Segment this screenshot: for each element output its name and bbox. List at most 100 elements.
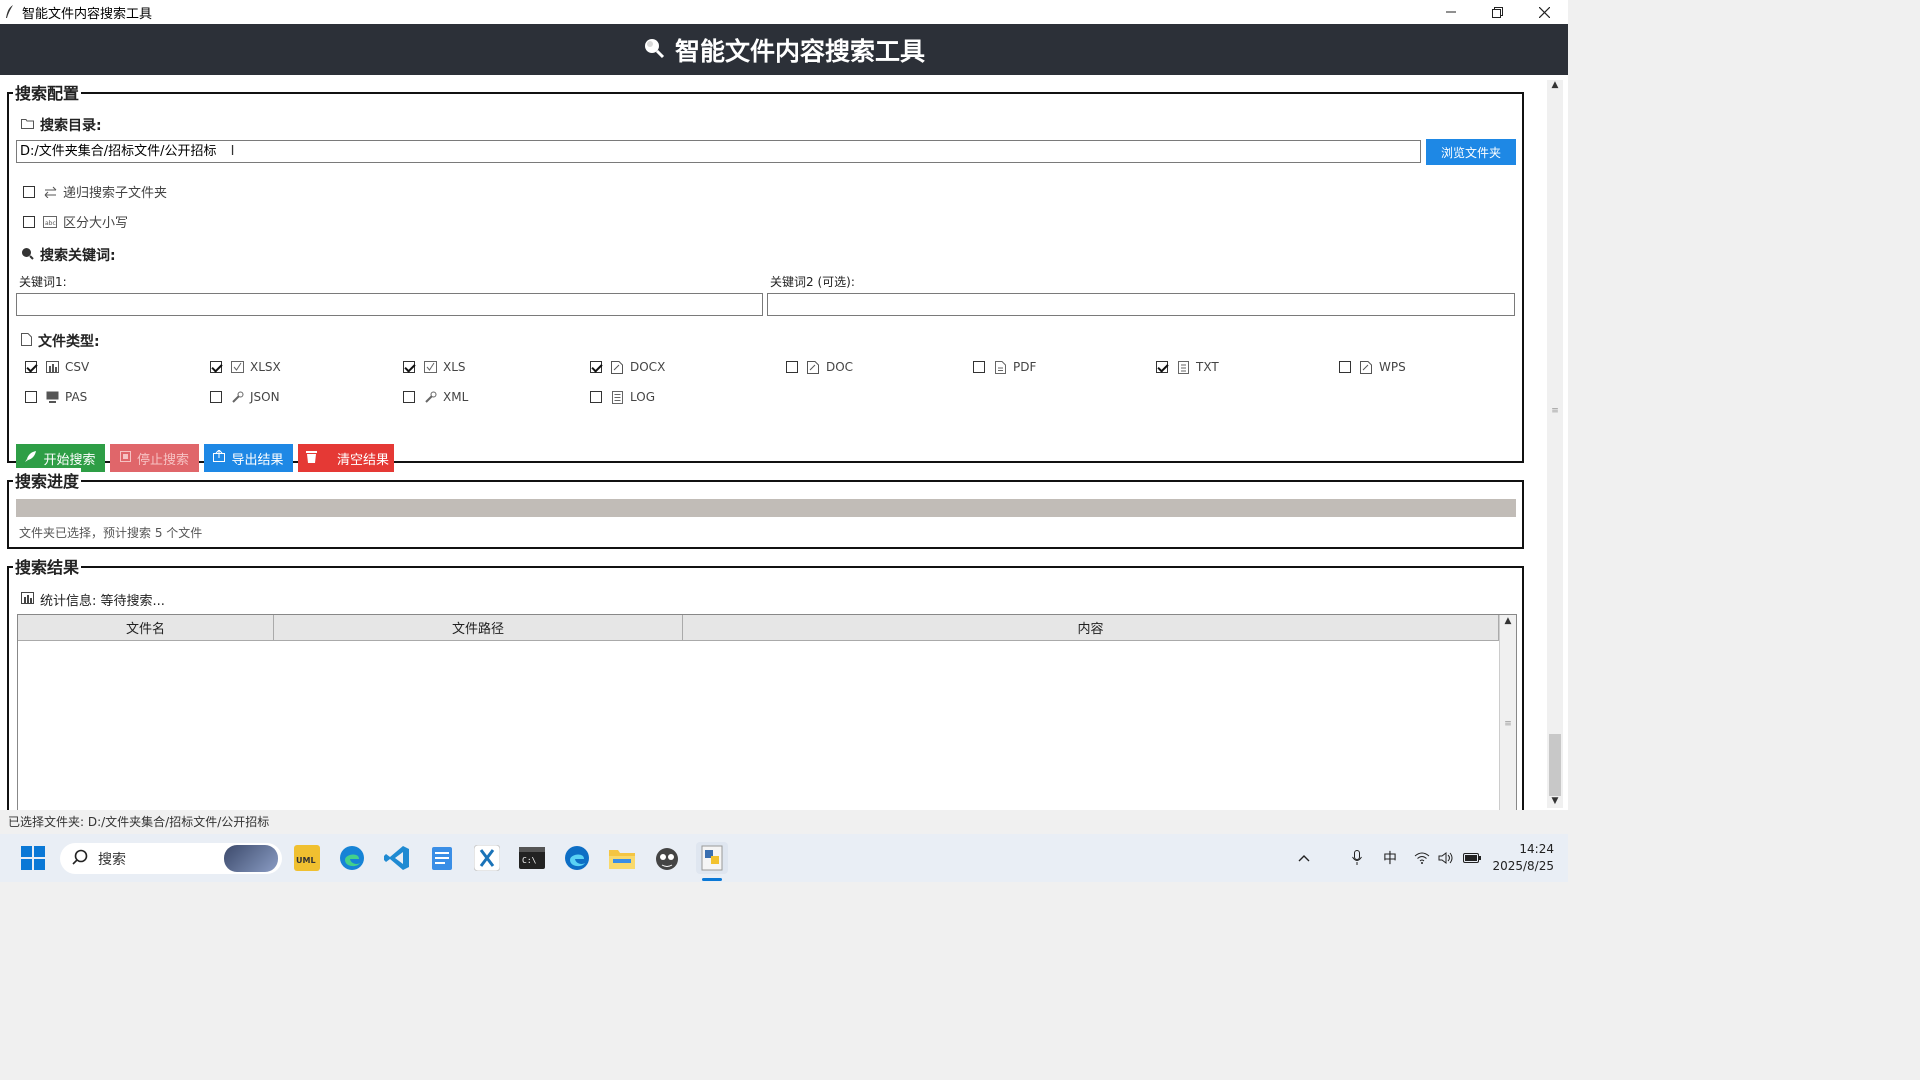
column-header-content[interactable]: 内容 — [683, 615, 1499, 641]
filetype-box[interactable] — [1156, 361, 1168, 373]
computer-icon — [45, 390, 59, 404]
filetype-box[interactable] — [403, 391, 415, 403]
tray-overflow-chevron-icon[interactable] — [1292, 834, 1316, 882]
keyword1-input[interactable] — [16, 293, 763, 316]
export-icon — [213, 449, 226, 466]
search-results-title: 搜索结果 — [13, 554, 82, 578]
vscode-icon[interactable] — [381, 842, 413, 874]
main-scroll-grip-icon: ≡ — [1551, 406, 1559, 416]
results-scrollbar[interactable]: ▲ ≡ — [1499, 615, 1516, 813]
column-header-filename[interactable]: 文件名 — [18, 615, 274, 641]
filetype-checkbox-wps[interactable]: WPS — [1339, 360, 1406, 374]
stop-search-label: 停止搜索 — [136, 452, 189, 468]
filetype-checkbox-pdf[interactable]: PDF — [973, 360, 1036, 374]
filetype-label: DOCX — [630, 360, 666, 374]
recursive-label: 递归搜索子文件夹 — [63, 186, 168, 201]
volume-icon[interactable] — [1435, 834, 1457, 882]
recursive-checkbox[interactable]: 递归搜索子文件夹 — [23, 182, 167, 201]
magnifier-icon — [643, 37, 665, 63]
main-scrollbar[interactable]: ▲ ≡ ▼ — [1547, 80, 1563, 808]
progress-status: 文件夹已选择，预计搜索 5 个文件 — [19, 526, 203, 540]
filetype-checkbox-xls[interactable]: XLS — [403, 360, 466, 374]
results-table[interactable]: 文件名 文件路径 内容 ▲ ≡ — [17, 614, 1517, 814]
filetype-box[interactable] — [973, 361, 985, 373]
recursive-box[interactable] — [23, 185, 35, 198]
case-sensitive-box[interactable] — [23, 215, 35, 228]
filetype-label: JSON — [250, 390, 280, 404]
terminal-icon[interactable]: C:\ — [516, 842, 548, 874]
header-banner: 智能文件内容搜索工具 — [0, 24, 1568, 75]
wrench-icon — [423, 390, 437, 404]
active-app-indicator — [702, 878, 722, 881]
close-button[interactable] — [1521, 0, 1568, 24]
filetype-box[interactable] — [403, 361, 415, 373]
wifi-icon[interactable] — [1410, 834, 1434, 882]
xmind-icon[interactable] — [471, 842, 503, 874]
taskbar: 搜索 UML C:\ 中 14:24 2025/8/25 — [0, 834, 1568, 882]
ime-indicator[interactable]: 中 — [1378, 834, 1402, 882]
filetype-label: PAS — [65, 390, 88, 404]
scroll-up-arrow-icon[interactable]: ▲ — [1500, 616, 1516, 626]
wechat-dev-icon[interactable] — [651, 842, 683, 874]
column-header-filepath[interactable]: 文件路径 — [274, 615, 683, 641]
browse-folder-button[interactable]: 浏览文件夹 — [1426, 139, 1516, 165]
start-search-label: 开始搜索 — [43, 452, 96, 468]
filetype-checkbox-log[interactable]: LOG — [590, 390, 655, 404]
filetype-box[interactable] — [786, 361, 798, 373]
main-scroll-up-icon[interactable]: ▲ — [1547, 80, 1563, 90]
keywords-label: 搜索关键词: — [21, 245, 116, 265]
stop-search-button[interactable]: 停止搜索 — [110, 444, 199, 472]
filetype-box[interactable] — [210, 361, 222, 373]
filetype-checkbox-csv[interactable]: CSV — [25, 360, 89, 374]
filetype-label: XML — [443, 390, 469, 404]
filetype-checkbox-doc[interactable]: DOC — [786, 360, 853, 374]
filetype-label: WPS — [1379, 360, 1406, 374]
case-sensitive-label: 区分大小写 — [63, 216, 129, 231]
directory-input[interactable]: D:/文件夹集合/招标文件/公开招标 I — [16, 140, 1421, 163]
trash-icon — [306, 450, 317, 467]
restore-button[interactable] — [1474, 0, 1521, 24]
stop-icon — [119, 450, 131, 466]
search-results-group: 搜索结果 统计信息: 等待搜索... 文件名 文件路径 内容 ▲ ≡ — [7, 554, 1524, 826]
taskbar-clock[interactable]: 14:24 2025/8/25 — [1492, 841, 1554, 875]
clock-date: 2025/8/25 — [1492, 859, 1554, 873]
filetype-box[interactable] — [25, 391, 37, 403]
windows-start-icon[interactable] — [17, 842, 49, 874]
filetype-checkbox-xlsx[interactable]: XLSX — [210, 360, 281, 374]
filetype-box[interactable] — [25, 361, 37, 373]
search-progress-title: 搜索进度 — [13, 468, 82, 492]
minimize-button[interactable] — [1427, 0, 1474, 24]
folder-icon — [21, 117, 34, 133]
search-highlight-icon — [224, 845, 278, 872]
case-sensitive-checkbox[interactable]: abc 区分大小写 — [23, 212, 128, 231]
file-explorer-icon[interactable] — [606, 842, 638, 874]
python-idle-icon[interactable] — [696, 842, 728, 874]
search-icon — [21, 247, 34, 264]
taskbar-search-box[interactable]: 搜索 — [60, 843, 282, 874]
edge-icon[interactable] — [336, 842, 368, 874]
filetype-checkbox-pas[interactable]: PAS — [25, 390, 87, 404]
filetype-label: LOG — [630, 390, 656, 404]
main-scroll-down-icon[interactable]: ▼ — [1547, 796, 1563, 806]
microphone-icon[interactable] — [1345, 834, 1369, 882]
filetype-box[interactable] — [590, 391, 602, 403]
main-scroll-thumb[interactable] — [1549, 734, 1561, 796]
notepad-icon[interactable] — [426, 842, 458, 874]
export-results-button[interactable]: 导出结果 — [204, 444, 293, 472]
filetype-label: PDF — [1013, 360, 1037, 374]
filetype-checkbox-txt[interactable]: TXT — [1156, 360, 1219, 374]
filetype-box[interactable] — [210, 391, 222, 403]
filetype-checkbox-xml[interactable]: XML — [403, 390, 468, 404]
memo-icon — [806, 360, 820, 374]
keyword2-input[interactable] — [767, 293, 1515, 316]
battery-icon[interactable] — [1460, 834, 1484, 882]
filetype-box[interactable] — [590, 361, 602, 373]
uml-app-icon[interactable]: UML — [291, 842, 323, 874]
clear-results-button[interactable]: 清空结果 — [298, 444, 394, 472]
stats-info: 统计信息: 等待搜索... — [21, 590, 165, 609]
filetype-checkbox-json[interactable]: JSON — [210, 390, 280, 404]
filetype-box[interactable] — [1339, 361, 1351, 373]
filetype-checkbox-docx[interactable]: DOCX — [590, 360, 665, 374]
client-area: 搜索配置 搜索目录: D:/文件夹集合/招标文件/公开招标 I 浏览文件夹 递归… — [0, 75, 1568, 826]
edge-dev-icon[interactable] — [561, 842, 593, 874]
